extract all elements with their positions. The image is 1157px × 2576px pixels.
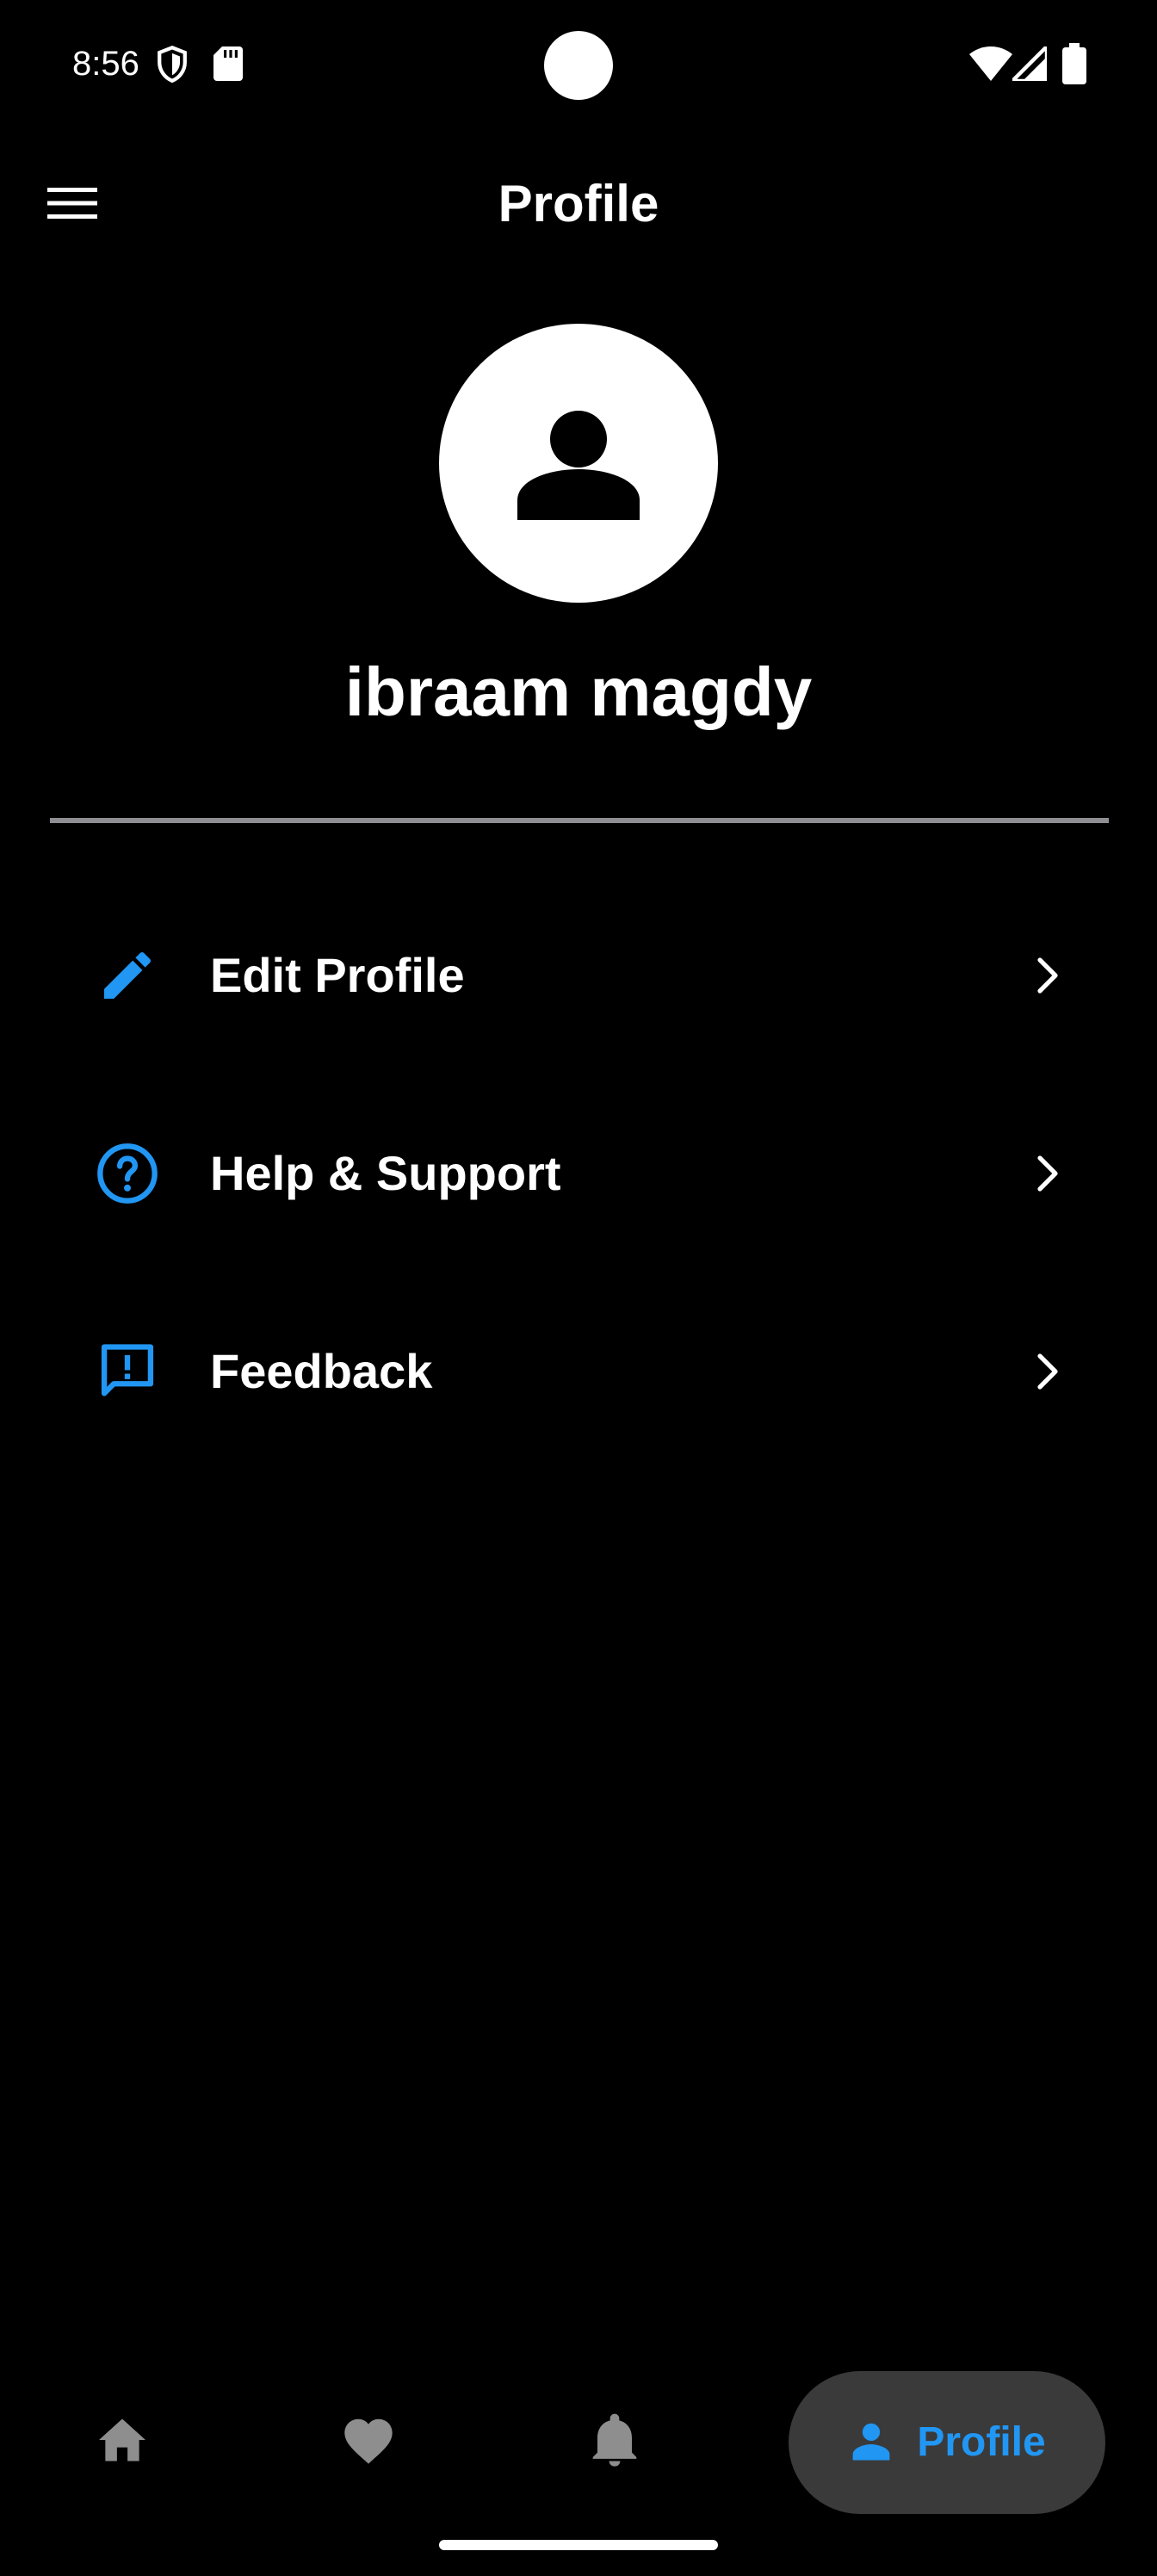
feedback-icon — [93, 1337, 162, 1406]
wifi-icon — [969, 46, 1012, 85]
battery-icon — [1062, 43, 1086, 89]
person-icon — [848, 2418, 894, 2468]
bell-icon — [591, 2412, 639, 2472]
menu-item-label: Edit Profile — [210, 948, 465, 1002]
signal-icon — [1010, 44, 1049, 85]
front-camera — [544, 31, 613, 100]
menu-item-feedback[interactable]: Feedback — [50, 1307, 1109, 1436]
page-title: Profile — [498, 175, 659, 232]
pencil-icon — [93, 941, 162, 1010]
nav-profile-label: Profile — [917, 2419, 1046, 2465]
nav-home[interactable] — [79, 2399, 165, 2485]
home-icon — [96, 2417, 148, 2468]
status-time: 8:56 — [72, 45, 139, 83]
divider — [50, 818, 1109, 823]
chevron-right-icon — [1023, 950, 1074, 1001]
app-bar: Profile — [0, 146, 1157, 258]
help-circle-icon — [93, 1139, 162, 1208]
status-bar: 8:56 — [0, 0, 1157, 129]
bottom-navigation: Profile — [0, 2359, 1157, 2531]
nav-favorites[interactable] — [325, 2399, 411, 2485]
shield-icon — [155, 45, 189, 89]
menu-item-edit-profile[interactable]: Edit Profile — [50, 911, 1109, 1040]
nav-profile[interactable]: Profile — [789, 2371, 1105, 2514]
home-indicator[interactable] — [439, 2540, 718, 2550]
avatar[interactable] — [439, 324, 718, 603]
profile-screen: 8:56 Profile ibraam magdy Edit Profile H… — [0, 0, 1157, 2576]
nav-notifications[interactable] — [572, 2399, 658, 2485]
chevron-right-icon — [1023, 1148, 1074, 1199]
menu-item-label: Feedback — [210, 1344, 433, 1398]
sd-card-icon — [213, 46, 243, 85]
user-name: ibraam magdy — [344, 653, 813, 730]
chevron-right-icon — [1023, 1346, 1074, 1397]
menu-item-label: Help & Support — [210, 1146, 561, 1200]
heart-icon — [341, 2415, 396, 2469]
person-icon — [514, 397, 643, 530]
menu-item-help-support[interactable]: Help & Support — [50, 1109, 1109, 1238]
